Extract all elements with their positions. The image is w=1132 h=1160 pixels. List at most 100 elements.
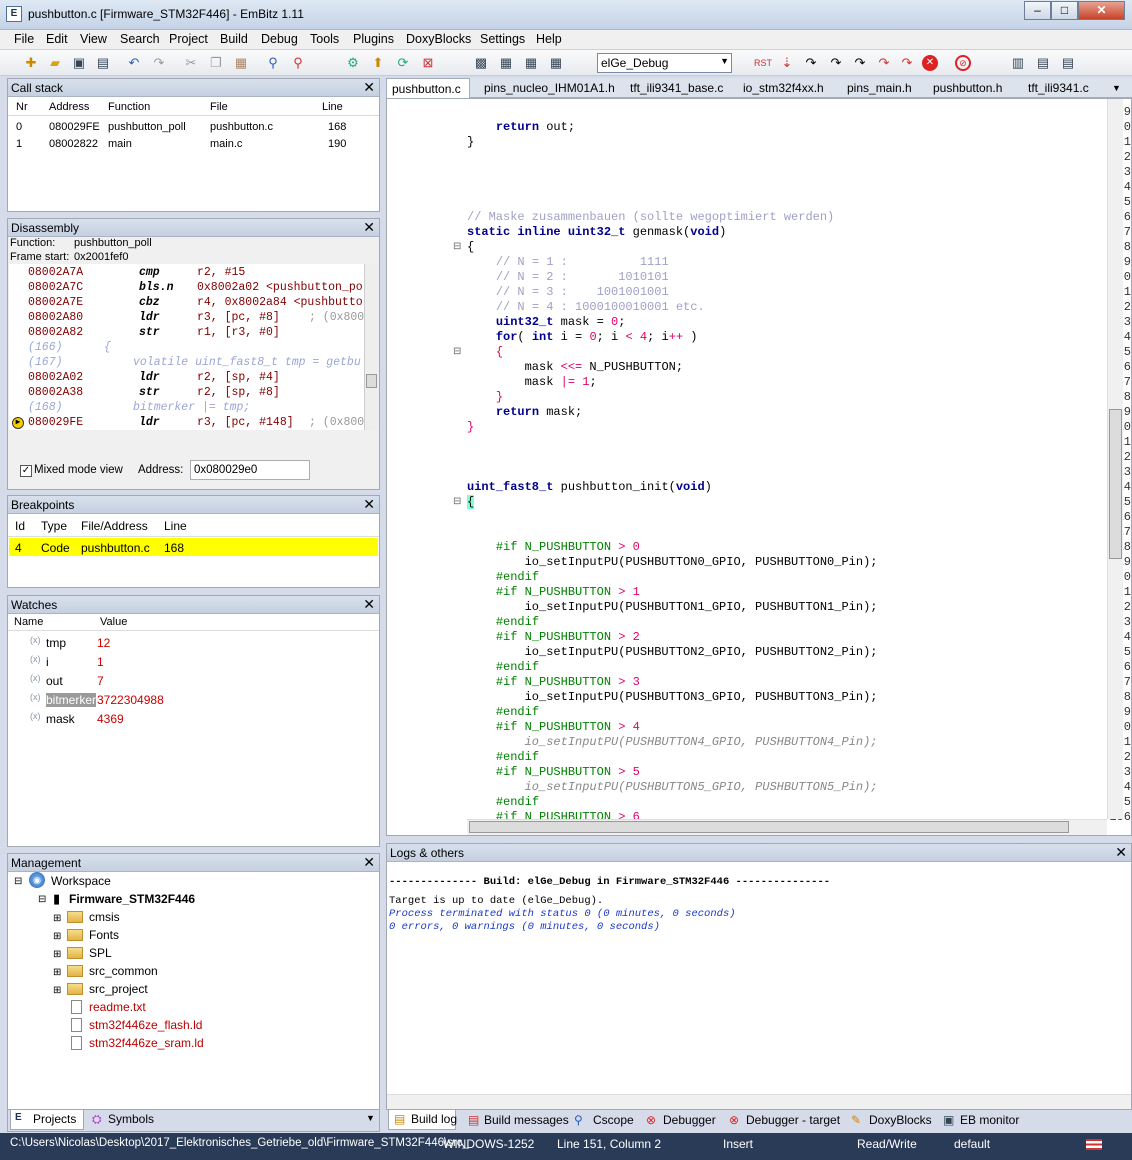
- code-line[interactable]: io_setInputPU(PUSHBUTTON1_GPIO, PUSHBUTT…: [467, 600, 878, 614]
- code-line[interactable]: #if N_PUSHBUTTON > 1: [467, 585, 640, 599]
- col-type[interactable]: Type: [41, 519, 67, 533]
- menu-edit[interactable]: Edit: [46, 32, 68, 46]
- list-icon[interactable]: ▤: [1060, 55, 1076, 71]
- close-icon[interactable]: ✕: [363, 496, 375, 513]
- code-line[interactable]: io_setInputPU(PUSHBUTTON0_GPIO, PUSHBUTT…: [467, 555, 878, 569]
- step-out-icon[interactable]: ↷: [852, 55, 868, 71]
- disassembly-line[interactable]: (168) bitmerker |= tmp;: [9, 401, 366, 416]
- tab-pushbutton-h[interactable]: pushbutton.h: [933, 81, 1002, 95]
- tree-folder[interactable]: cmsis: [89, 910, 120, 924]
- code-line[interactable]: static inline uint32_t genmask(void): [467, 225, 726, 239]
- menu-settings[interactable]: Settings: [480, 32, 525, 46]
- code-line[interactable]: }: [467, 420, 474, 434]
- code-line[interactable]: #endif: [467, 750, 539, 764]
- disassembly-line[interactable]: 08002A80 ldr r3, [pc, #8] ; (0x800: [9, 311, 366, 326]
- table-row[interactable]: 0 080029FE pushbutton_poll pushbutton.c …: [8, 121, 379, 137]
- code-line[interactable]: uint32_t mask = 0;: [467, 315, 626, 329]
- memory-icon[interactable]: ▦: [523, 55, 539, 71]
- disassembly-line[interactable]: (166) {: [9, 341, 366, 356]
- table-row[interactable]: (x) tmp 12: [8, 634, 379, 652]
- tab-build-log[interactable]: ▤ Build log: [388, 1110, 457, 1130]
- code-line[interactable]: #if N_PUSHBUTTON > 3: [467, 675, 640, 689]
- chip-icon[interactable]: ▦: [498, 55, 514, 71]
- tree-project[interactable]: Firmware_STM32F446: [69, 892, 195, 906]
- code-line[interactable]: #endif: [467, 795, 539, 809]
- menu-build[interactable]: Build: [220, 32, 248, 46]
- code-line[interactable]: // N = 2 : 1010101: [467, 270, 669, 284]
- expand-icon[interactable]: ⊞: [53, 967, 61, 978]
- tab-projects[interactable]: E Projects: [10, 1110, 84, 1130]
- menu-project[interactable]: Project: [169, 32, 208, 46]
- table-row[interactable]: 4 Code pushbutton.c 168: [9, 538, 378, 556]
- maximize-button[interactable]: □: [1051, 1, 1078, 20]
- code-line[interactable]: }: [467, 135, 474, 149]
- fold-icon[interactable]: ⊟: [453, 346, 461, 357]
- menu-doxyblocks[interactable]: DoxyBlocks: [406, 32, 471, 46]
- close-button[interactable]: ✕: [1078, 1, 1125, 20]
- col-line[interactable]: Line: [164, 519, 187, 533]
- code-line[interactable]: io_setInputPU(PUSHBUTTON5_GPIO, PUSHBUTT…: [467, 780, 878, 794]
- disassembly-line[interactable]: 08002A38 str r2, [sp, #8]: [9, 386, 366, 401]
- code-line[interactable]: mask |= 1;: [467, 375, 597, 389]
- info-icon[interactable]: ▤: [1035, 55, 1051, 71]
- close-icon[interactable]: ✕: [363, 854, 375, 871]
- redo-icon[interactable]: ↷: [151, 55, 167, 71]
- table-row[interactable]: (x) bitmerker 3722304988: [8, 691, 379, 709]
- disassembly-scrollbar[interactable]: [364, 264, 378, 430]
- mixed-mode-checkbox[interactable]: ✓: [20, 465, 32, 477]
- open-folder-icon[interactable]: ▰: [47, 55, 63, 71]
- table-row[interactable]: 1 08002822 main main.c 190: [8, 138, 379, 154]
- tab-tft-base[interactable]: tft_ili9341_base.c: [630, 81, 723, 95]
- next-instruction-icon[interactable]: ↷: [876, 55, 892, 71]
- expand-icon[interactable]: ⊞: [53, 913, 61, 924]
- abort-icon[interactable]: ⊠: [420, 55, 436, 71]
- disassembly-line[interactable]: 08002A7C bls.n 0x8002a02 <pushbutton_po: [9, 281, 366, 296]
- close-icon[interactable]: ✕: [363, 79, 375, 96]
- code-line[interactable]: {: [467, 240, 474, 254]
- code-line[interactable]: }: [467, 390, 503, 404]
- disassembly-line[interactable]: 080029FE ldr r3, [pc, #148] ; (0x800 ▶: [9, 416, 366, 430]
- code-line[interactable]: {: [467, 345, 503, 359]
- close-icon[interactable]: ✕: [363, 596, 375, 613]
- tree-file[interactable]: stm32f446ze_sram.ld: [89, 1036, 204, 1050]
- find-icon[interactable]: ⚲: [265, 55, 281, 71]
- address-input[interactable]: 0x080029e0: [190, 460, 310, 480]
- editor-vscrollbar[interactable]: [1107, 99, 1123, 819]
- build-run-icon[interactable]: ⬆: [370, 55, 386, 71]
- tab-doxyblocks[interactable]: DoxyBlocks: [869, 1113, 932, 1127]
- cut-icon[interactable]: ✂: [183, 55, 199, 71]
- tab-build-messages[interactable]: Build messages: [484, 1113, 569, 1127]
- code-line[interactable]: #endif: [467, 570, 539, 584]
- code-line[interactable]: #if N_PUSHBUTTON > 0: [467, 540, 640, 554]
- fold-icon[interactable]: ⊟: [453, 496, 461, 507]
- expand-icon[interactable]: ⊞: [53, 985, 61, 996]
- code-line[interactable]: for( int i = 0; i < 4; i++ ): [467, 330, 698, 344]
- code-line[interactable]: #endif: [467, 615, 539, 629]
- collapse-icon[interactable]: ⊟: [14, 876, 22, 887]
- code-line[interactable]: // N = 1 : 1111: [467, 255, 669, 269]
- tab-debugger-target[interactable]: Debugger - target: [746, 1113, 840, 1127]
- tab-pins-main[interactable]: pins_main.h: [847, 81, 912, 95]
- code-line[interactable]: #if N_PUSHBUTTON > 4: [467, 720, 640, 734]
- disassembly-code[interactable]: 08002A7A cmp r2, #15 08002A7C bls.n 0x8002a02…: [9, 264, 366, 430]
- step-instruction-icon[interactable]: ↷: [899, 55, 915, 71]
- close-icon[interactable]: ✕: [1115, 844, 1127, 861]
- col-name[interactable]: Name: [14, 616, 43, 628]
- tab-pushbutton-c[interactable]: pushbutton.c: [386, 78, 470, 98]
- col-function[interactable]: Function: [108, 101, 150, 113]
- col-value[interactable]: Value: [100, 616, 127, 628]
- save-icon[interactable]: ▣: [71, 55, 87, 71]
- tree-file[interactable]: stm32f446ze_flash.ld: [89, 1018, 202, 1032]
- close-icon[interactable]: ✕: [363, 219, 375, 236]
- menu-file[interactable]: File: [14, 32, 34, 46]
- tab-io-stm32[interactable]: io_stm32f4xx.h: [743, 81, 824, 95]
- code-line[interactable]: // N = 3 : 1001001001: [467, 285, 669, 299]
- stop-debug-icon[interactable]: ✕: [922, 55, 938, 71]
- rebuild-icon[interactable]: ⟳: [395, 55, 411, 71]
- code-line[interactable]: #endif: [467, 705, 539, 719]
- code-line[interactable]: // N = 4 : 1000100010001 etc.: [467, 300, 705, 314]
- tree-workspace[interactable]: Workspace: [51, 874, 111, 888]
- code-editor[interactable]: 89 90 return out; 91} 92 93 94 95 96// Maske zu…: [386, 98, 1132, 836]
- col-line[interactable]: Line: [322, 101, 343, 113]
- tree-folder[interactable]: src_project: [89, 982, 148, 996]
